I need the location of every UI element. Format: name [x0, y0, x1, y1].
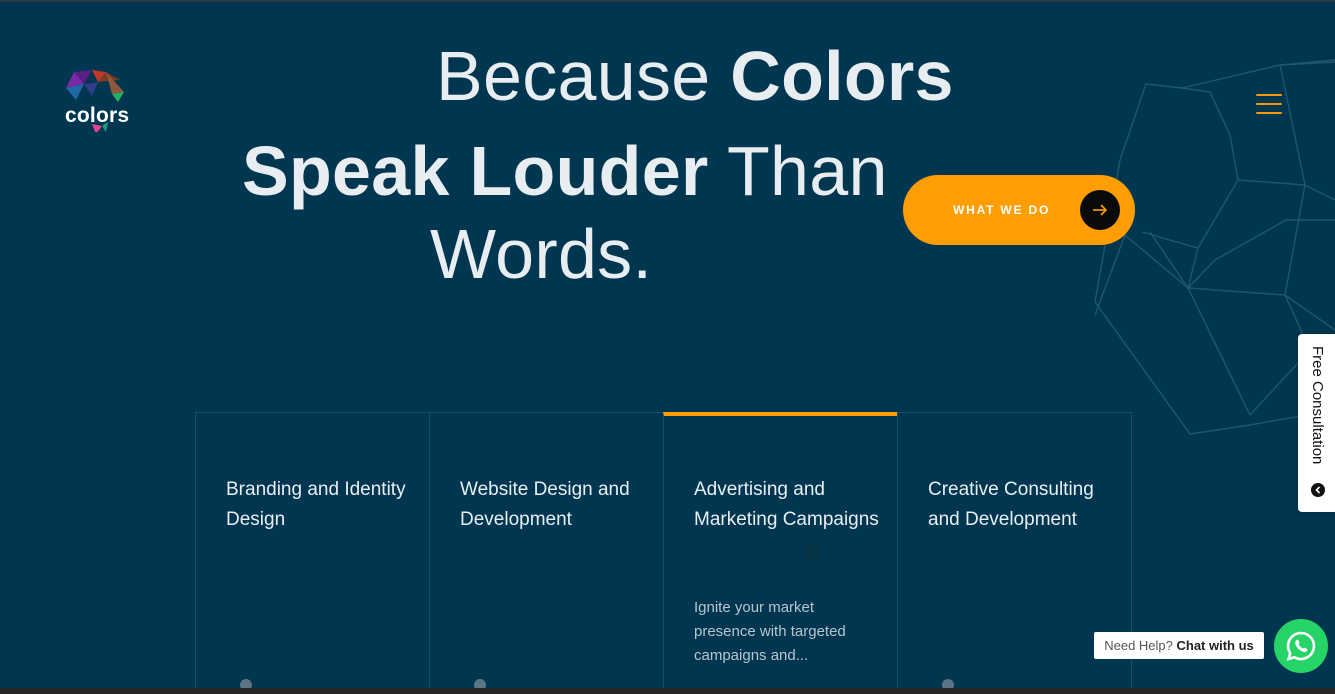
- brand-logo[interactable]: colors: [62, 66, 132, 134]
- logo-text: colors: [65, 104, 130, 127]
- whatsapp-chat-button[interactable]: [1274, 619, 1328, 673]
- hamburger-icon-bar: [1256, 103, 1282, 105]
- geometric-background-shape: [1094, 59, 1335, 435]
- service-card-advertising[interactable]: Advertising and Marketing Campaigns Igni…: [663, 412, 898, 694]
- hamburger-icon: [1256, 94, 1282, 96]
- service-title: Branding and Identity Design: [226, 479, 406, 530]
- service-title: Website Design and Development: [460, 479, 630, 530]
- hero-title-line-3: Words.: [430, 214, 652, 294]
- hero-title-text-bold: Colors: [730, 37, 954, 115]
- whatsapp-icon: [1286, 631, 1316, 661]
- free-consultation-tab[interactable]: Free Consultation: [1298, 334, 1335, 512]
- service-title: Creative Consulting and Development: [928, 479, 1094, 530]
- service-card-website[interactable]: Website Design and Development: [429, 412, 664, 694]
- need-help-chat-pill[interactable]: Need Help? Chat with us: [1094, 632, 1264, 659]
- service-title: Advertising and Marketing Campaigns: [694, 479, 879, 530]
- need-help-text: Need Help?: [1104, 638, 1173, 653]
- chat-with-us-text: Chat with us: [1176, 638, 1254, 653]
- hero-title-text: Than: [708, 132, 888, 210]
- arrow-right-icon: [1080, 190, 1120, 230]
- bottom-border: [0, 688, 1335, 694]
- services-grid: Branding and Identity Design Website Des…: [195, 412, 1135, 694]
- hero-title-text-bold: Speak Louder: [242, 132, 709, 210]
- hero-title-text: Because: [436, 37, 731, 115]
- chevron-left-icon: [1311, 483, 1325, 497]
- cursor-dot: [801, 542, 821, 562]
- free-consultation-label: Free Consultation: [1309, 346, 1326, 465]
- top-border: [0, 0, 1335, 2]
- hamburger-icon-bar: [1256, 112, 1282, 114]
- hero-title-line-1: Because Colors: [436, 36, 954, 116]
- hamburger-menu-button[interactable]: [1254, 94, 1284, 118]
- hero-title-text: Words.: [430, 215, 653, 293]
- service-description: Ignite your market presence with targete…: [694, 599, 846, 664]
- service-card-branding[interactable]: Branding and Identity Design: [195, 412, 430, 694]
- hero-title-line-2: Speak Louder Than: [242, 131, 888, 211]
- what-we-do-label: WHAT WE DO: [953, 203, 1051, 217]
- what-we-do-button[interactable]: WHAT WE DO: [903, 175, 1135, 245]
